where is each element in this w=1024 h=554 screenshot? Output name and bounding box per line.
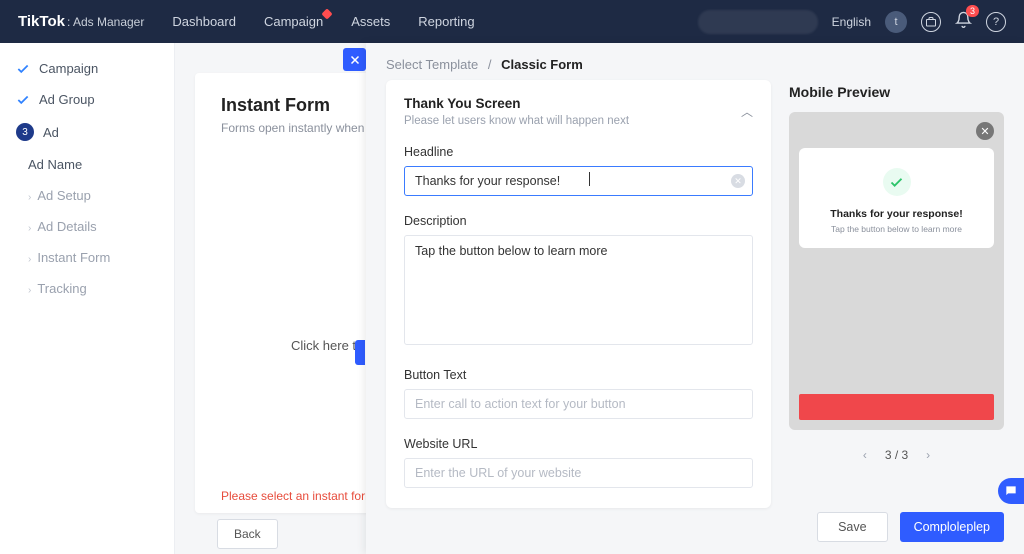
- preview-card: Thanks for your response! Tap the button…: [799, 148, 994, 248]
- preview-cta-button: [799, 394, 994, 420]
- account-switcher[interactable]: [698, 10, 818, 34]
- step-number-badge: 3: [16, 123, 34, 141]
- topbar: TikTok : Ads Manager Dashboard Campaign …: [0, 0, 1024, 43]
- chat-icon: [1004, 484, 1018, 498]
- check-icon: [16, 62, 30, 76]
- crumb-current: Classic Form: [501, 57, 583, 72]
- logo: TikTok : Ads Manager: [18, 13, 144, 30]
- help-icon[interactable]: ?: [986, 12, 1006, 32]
- panel-footer: Save Comploleplep: [817, 512, 1004, 542]
- description-label: Description: [404, 214, 753, 228]
- pager-prev[interactable]: ‹: [859, 446, 871, 464]
- breadcrumb: Select Template / Classic Form: [366, 43, 1024, 80]
- sidebar: Campaign Ad Group 3 Ad Ad Name ›Ad Setup…: [0, 43, 175, 554]
- check-icon: [16, 93, 30, 107]
- url-label: Website URL: [404, 437, 753, 451]
- chevron-up-icon: ︿: [741, 103, 753, 120]
- nav-assets[interactable]: Assets: [351, 14, 390, 29]
- nav-reporting[interactable]: Reporting: [418, 14, 474, 29]
- bell-count: 3: [966, 5, 979, 17]
- text-cursor-icon: [589, 172, 590, 186]
- briefcase-icon[interactable]: [921, 12, 941, 32]
- phone-preview: ✕ Thanks for your response! Tap the butt…: [789, 112, 1004, 430]
- sidebar-sub-instantform[interactable]: ›Instant Form: [0, 242, 174, 273]
- chevron-right-icon: ›: [28, 192, 31, 203]
- nav-dashboard[interactable]: Dashboard: [172, 14, 236, 29]
- crumb-separator: /: [488, 57, 492, 72]
- close-panel-button[interactable]: [343, 48, 366, 71]
- preview-title: Mobile Preview: [789, 84, 1004, 100]
- clear-input-button[interactable]: ✕: [731, 174, 745, 188]
- chevron-right-icon: ›: [28, 285, 31, 296]
- topbar-right: English t 3 ?: [698, 10, 1006, 34]
- sidebar-step-adgroup[interactable]: Ad Group: [0, 84, 174, 115]
- complete-button[interactable]: Comploleplep: [900, 512, 1004, 542]
- chevron-right-icon: ›: [28, 223, 31, 234]
- preview-headline: Thanks for your response!: [809, 208, 984, 220]
- floating-help-button[interactable]: [998, 478, 1024, 504]
- website-url-input[interactable]: [404, 458, 753, 488]
- headline-input-wrap: ✕: [404, 166, 753, 196]
- sidebar-step-ad[interactable]: 3 Ad: [0, 115, 174, 149]
- preview-pager: ‹ 3 / 3 ›: [789, 446, 1004, 464]
- button-text-input[interactable]: [404, 389, 753, 419]
- button-text-label: Button Text: [404, 368, 753, 382]
- sidebar-sub-tracking[interactable]: ›Tracking: [0, 273, 174, 304]
- pager-status: 3 / 3: [885, 448, 908, 462]
- notification-dot-icon: [322, 8, 333, 19]
- partial-button[interactable]: [355, 340, 365, 365]
- section-title: Thank You Screen: [404, 96, 629, 111]
- save-button[interactable]: Save: [817, 512, 888, 542]
- section-subtitle: Please let users know what will happen n…: [404, 115, 629, 127]
- preview-description: Tap the button below to learn more: [809, 224, 984, 234]
- bell-icon[interactable]: 3: [955, 11, 972, 32]
- brand-name: TikTok: [18, 13, 65, 30]
- success-check-icon: [883, 168, 911, 196]
- sidebar-sub-addetails[interactable]: ›Ad Details: [0, 211, 174, 242]
- headline-input[interactable]: [404, 166, 753, 196]
- preview-close-icon[interactable]: ✕: [976, 122, 994, 140]
- sidebar-sub-adname[interactable]: Ad Name: [0, 149, 174, 180]
- description-input[interactable]: [404, 235, 753, 345]
- nav-campaign[interactable]: Campaign: [264, 14, 323, 29]
- brand-sub: : Ads Manager: [67, 15, 144, 29]
- pager-next[interactable]: ›: [922, 446, 934, 464]
- form-editor-panel: Select Template / Classic Form Thank You…: [366, 43, 1024, 554]
- preview-column: Mobile Preview ✕ Thanks for your respons…: [789, 80, 1004, 508]
- headline-label: Headline: [404, 145, 753, 159]
- top-nav: Dashboard Campaign Assets Reporting: [172, 14, 474, 29]
- avatar[interactable]: t: [885, 11, 907, 33]
- sidebar-sub-adsetup[interactable]: ›Ad Setup: [0, 180, 174, 211]
- sidebar-step-campaign[interactable]: Campaign: [0, 53, 174, 84]
- crumb-prev[interactable]: Select Template: [386, 57, 478, 72]
- close-icon: [349, 54, 361, 66]
- chevron-right-icon: ›: [28, 254, 31, 265]
- back-button[interactable]: Back: [217, 519, 278, 549]
- accordion-header[interactable]: Thank You Screen Please let users know w…: [404, 96, 753, 127]
- form-column: Thank You Screen Please let users know w…: [386, 80, 771, 508]
- language-selector[interactable]: English: [832, 15, 871, 29]
